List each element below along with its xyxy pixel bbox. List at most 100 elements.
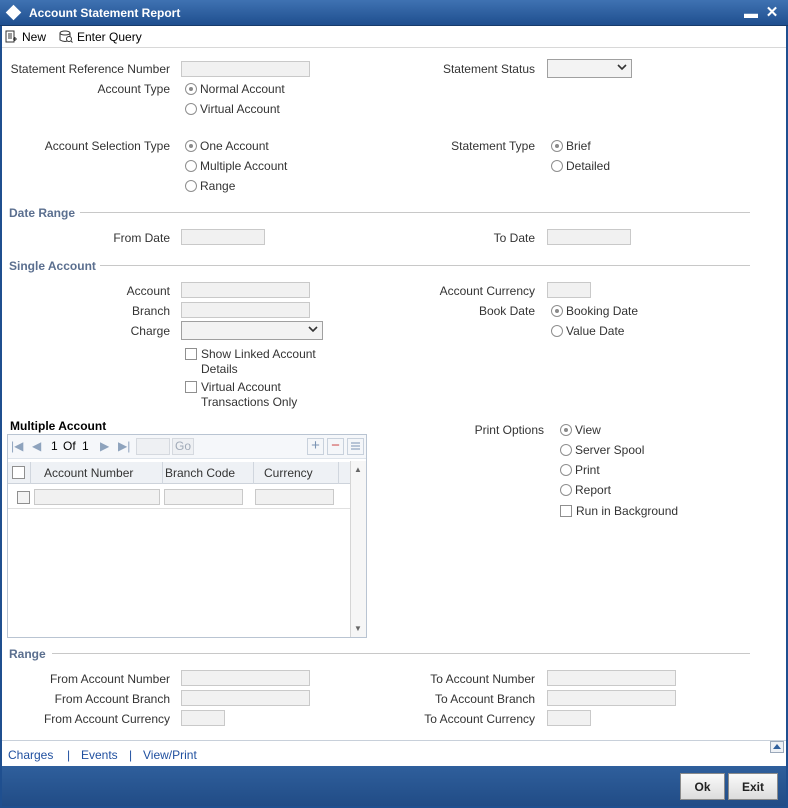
book-date-label: Book Date: [478, 304, 535, 318]
single-account-section-title: Single Account: [9, 259, 96, 273]
go-button[interactable]: Go: [172, 438, 194, 455]
from-account-number-field[interactable]: [181, 670, 310, 686]
close-icon[interactable]: ✕: [765, 3, 779, 21]
statement-type-brief-label: Brief: [566, 139, 591, 153]
statement-reference-number-label: Statement Reference Number: [10, 62, 170, 76]
account-type-virtual-radio[interactable]: Virtual Account: [185, 102, 280, 116]
select-all-checkbox[interactable]: [12, 466, 25, 479]
events-link[interactable]: Events: [81, 748, 118, 762]
branch-code-cell[interactable]: [164, 489, 243, 505]
enter-query-button[interactable]: Enter Query: [59, 28, 142, 46]
query-database-icon: [59, 30, 73, 43]
run-in-background-checkbox[interactable]: Run in Background: [560, 504, 678, 518]
to-account-number-field[interactable]: [547, 670, 676, 686]
statement-reference-number-field[interactable]: [181, 61, 310, 77]
multiple-account-section-title: Multiple Account: [10, 419, 107, 433]
last-page-icon[interactable]: ▶|: [118, 439, 130, 453]
radio-selected-icon: [185, 140, 197, 152]
toolbar: New Enter Query: [2, 26, 786, 48]
radio-unselected-icon: [185, 160, 197, 172]
selection-multiple-account-radio[interactable]: Multiple Account: [185, 159, 287, 173]
selection-range-radio[interactable]: Range: [185, 179, 235, 193]
print-option-view-radio[interactable]: View: [560, 423, 601, 437]
column-account-number[interactable]: Account Number: [44, 466, 133, 480]
selection-one-account-radio[interactable]: One Account: [185, 139, 269, 153]
grid-vertical-scrollbar[interactable]: ▲ ▼: [350, 461, 366, 637]
account-type-normal-radio[interactable]: Normal Account: [185, 82, 285, 96]
charge-select[interactable]: [181, 321, 323, 340]
radio-selected-icon: [551, 140, 563, 152]
book-date-value-radio[interactable]: Value Date: [551, 324, 624, 338]
statement-type-label: Statement Type: [451, 139, 535, 153]
statement-status-select[interactable]: [547, 59, 632, 78]
bottom-action-bar: Ok Exit: [2, 766, 786, 806]
branch-label: Branch: [131, 304, 170, 318]
next-page-icon[interactable]: ▶: [100, 439, 109, 453]
table-row: [8, 485, 350, 509]
footer-links-bar: Charges | Events | View/Print: [2, 740, 786, 766]
page-number-input[interactable]: [136, 438, 170, 455]
virtual-account-transactions-checkbox[interactable]: Virtual Account Transactions Only: [185, 380, 297, 410]
column-branch-code[interactable]: Branch Code: [165, 466, 235, 480]
radio-unselected-icon: [551, 325, 563, 337]
column-divider: [162, 462, 163, 484]
currency-cell[interactable]: [255, 489, 334, 505]
from-account-currency-field[interactable]: [181, 710, 225, 726]
ok-button[interactable]: Ok: [680, 773, 725, 800]
radio-selected-icon: [185, 83, 197, 95]
print-option-print-label: Print: [575, 463, 600, 477]
pager-of: Of: [63, 439, 76, 453]
row-checkbox[interactable]: [17, 491, 30, 504]
checkbox-unchecked-icon: [185, 348, 197, 360]
selection-range-label: Range: [200, 179, 236, 193]
column-divider: [30, 462, 31, 484]
single-view-icon[interactable]: [347, 438, 364, 455]
charge-label: Charge: [130, 324, 170, 338]
to-account-branch-label: To Account Branch: [434, 692, 535, 706]
show-linked-account-checkbox[interactable]: Show Linked Account Details: [185, 347, 316, 377]
print-option-report-radio[interactable]: Report: [560, 483, 611, 497]
from-date-label: From Date: [113, 231, 170, 245]
scroll-up-icon[interactable]: ▲: [354, 465, 362, 474]
pager-total: 1: [82, 439, 89, 453]
collapse-up-icon[interactable]: [770, 741, 784, 753]
print-option-print-radio[interactable]: Print: [560, 463, 600, 477]
first-page-icon[interactable]: |◀: [11, 439, 23, 453]
from-account-branch-label: From Account Branch: [54, 692, 170, 706]
print-option-view-label: View: [575, 423, 601, 437]
virtual-txn-line-2: Transactions Only: [201, 395, 298, 409]
to-account-branch-field[interactable]: [547, 690, 676, 706]
grid-header: Account Number Branch Code Currency: [8, 462, 350, 484]
statement-type-detailed-radio[interactable]: Detailed: [551, 159, 610, 173]
new-button[interactable]: New: [4, 28, 46, 46]
window-title: Account Statement Report: [29, 6, 181, 20]
link-separator: |: [129, 748, 133, 762]
delete-row-icon[interactable]: −: [327, 438, 344, 455]
new-document-icon: [5, 30, 17, 43]
account-currency-field[interactable]: [547, 282, 591, 298]
section-divider: [52, 653, 750, 654]
scroll-down-icon[interactable]: ▼: [354, 624, 362, 633]
account-type-virtual-label: Virtual Account: [200, 102, 280, 116]
statement-type-brief-radio[interactable]: Brief: [551, 139, 591, 153]
account-currency-label: Account Currency: [439, 284, 535, 298]
exit-button[interactable]: Exit: [728, 773, 778, 800]
minimize-icon[interactable]: ▬: [744, 5, 758, 21]
add-row-icon[interactable]: +: [307, 438, 324, 455]
charges-link[interactable]: Charges: [8, 748, 53, 762]
view-print-link[interactable]: View/Print: [143, 748, 197, 762]
previous-page-icon[interactable]: ◀: [32, 439, 41, 453]
account-field[interactable]: [181, 282, 310, 298]
account-number-cell[interactable]: [34, 489, 160, 505]
print-option-server-spool-radio[interactable]: Server Spool: [560, 443, 644, 457]
show-linked-line-1: Show Linked Account: [201, 347, 316, 361]
from-date-field[interactable]: [181, 229, 265, 245]
to-account-currency-field[interactable]: [547, 710, 591, 726]
to-date-field[interactable]: [547, 229, 631, 245]
range-section-title: Range: [9, 647, 46, 661]
book-date-booking-radio[interactable]: Booking Date: [551, 304, 638, 318]
branch-field[interactable]: [181, 302, 310, 318]
column-currency[interactable]: Currency: [264, 466, 313, 480]
print-options-label: Print Options: [474, 423, 544, 437]
from-account-branch-field[interactable]: [181, 690, 310, 706]
